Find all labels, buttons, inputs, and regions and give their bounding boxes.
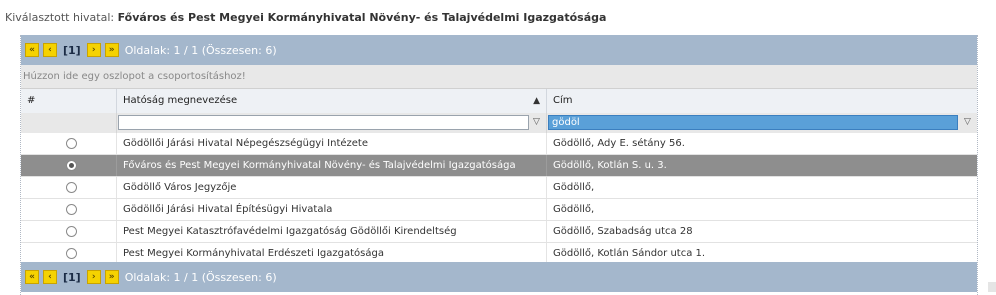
sort-ascending-icon: ▲ (533, 96, 540, 106)
filter-cell-number (21, 113, 117, 133)
current-page-number[interactable]: [1] (63, 271, 81, 284)
row-select-cell[interactable] (21, 221, 117, 242)
column-header-address[interactable]: Cím (547, 89, 977, 113)
next-page-button[interactable]: › (86, 270, 101, 284)
row-radio-button-checked[interactable] (66, 160, 77, 171)
row-radio-button[interactable] (66, 248, 77, 259)
group-by-panel[interactable]: Húzzon ide egy oszlopot a csoportosításh… (21, 65, 977, 89)
row-radio-button[interactable] (66, 182, 77, 193)
row-select-cell[interactable] (21, 155, 117, 176)
page-info: Oldalak: 1 / 1 (Összesen: 6) (124, 43, 277, 57)
selected-office-line: Kiválasztott hivatal: Főváros és Pest Me… (5, 11, 606, 24)
row-select-cell[interactable] (21, 243, 117, 264)
authority-filter-icon[interactable]: ▽ (530, 116, 543, 129)
address-cell: Gödöllő, Szabadság utca 28 (553, 226, 693, 237)
row-radio-button[interactable] (66, 138, 77, 149)
last-page-button[interactable]: » (104, 43, 119, 57)
scrollbar-handle[interactable] (988, 282, 996, 292)
row-radio-button[interactable] (66, 226, 77, 237)
table-row[interactable]: Gödöllői Járási Hivatal Építésügyi Hivat… (21, 199, 977, 221)
address-filter-icon[interactable]: ▽ (961, 116, 974, 129)
filter-cell-address: ▽ (547, 113, 977, 133)
table-row[interactable]: Gödöllői Járási Hivatal Népegészségügyi … (21, 133, 977, 155)
table-row[interactable]: Pest Megyei Katasztrófavédelmi Igazgatós… (21, 221, 977, 243)
first-page-button[interactable]: « (25, 270, 39, 284)
row-radio-button[interactable] (66, 204, 77, 215)
selected-office-label: Kiválasztott hivatal: (5, 11, 115, 24)
row-select-cell[interactable] (21, 199, 117, 220)
column-header-number[interactable]: # (21, 89, 117, 113)
address-cell: Gödöllő, Ady E. sétány 56. (553, 138, 685, 149)
authority-grid: « ‹ [1] › » Oldalak: 1 / 1 (Összesen: 6)… (20, 35, 978, 295)
column-header-authority-label: Hatóság megnevezése (123, 95, 238, 106)
prev-page-button[interactable]: ‹ (43, 270, 57, 284)
filter-cell-authority: ▽ (117, 113, 547, 133)
authority-filter-input[interactable] (118, 115, 529, 130)
page-info: Oldalak: 1 / 1 (Összesen: 6) (124, 270, 277, 284)
last-page-button[interactable]: » (104, 270, 119, 284)
row-select-cell[interactable] (21, 177, 117, 198)
column-header-authority[interactable]: Hatóság megnevezése ▲ (117, 89, 547, 113)
pager-bottom: « ‹ [1] › » Oldalak: 1 / 1 (Összesen: 6) (21, 262, 977, 292)
authority-name-cell: Főváros és Pest Megyei Kormányhivatal Nö… (117, 155, 547, 176)
row-select-cell[interactable] (21, 133, 117, 154)
address-cell: Gödöllő, (553, 204, 595, 215)
selected-office-value: Főváros és Pest Megyei Kormányhivatal Nö… (117, 11, 607, 24)
authority-name-cell: Pest Megyei Katasztrófavédelmi Igazgatós… (117, 221, 547, 242)
address-cell: Gödöllő, (553, 182, 595, 193)
next-page-button[interactable]: › (86, 43, 101, 57)
current-page-number[interactable]: [1] (63, 44, 81, 57)
authority-name-cell: Gödöllői Járási Hivatal Népegészségügyi … (117, 133, 547, 154)
authority-name-cell: Pest Megyei Kormányhivatal Erdészeti Iga… (117, 243, 547, 264)
address-cell: Gödöllő, Kotlán S. u. 3. (553, 160, 667, 171)
pager-top: « ‹ [1] › » Oldalak: 1 / 1 (Összesen: 6) (21, 35, 977, 65)
table-row[interactable]: Gödöllő Város Jegyzője Gödöllő, (21, 177, 977, 199)
authority-name-cell: Gödöllői Járási Hivatal Építésügyi Hivat… (117, 199, 547, 220)
table-row-selected[interactable]: Főváros és Pest Megyei Kormányhivatal Nö… (21, 155, 977, 177)
address-filter-input[interactable] (548, 115, 958, 130)
prev-page-button[interactable]: ‹ (43, 43, 57, 57)
column-header-row: # Hatóság megnevezése ▲ Cím (21, 89, 977, 114)
address-cell: Gödöllő, Kotlán Sándor utca 1. (553, 248, 706, 259)
first-page-button[interactable]: « (25, 43, 39, 57)
authority-name-cell: Gödöllő Város Jegyzője (117, 177, 547, 198)
grid-rows: Gödöllői Járási Hivatal Népegészségügyi … (21, 133, 977, 265)
filter-row: ▽ ▽ (21, 113, 977, 134)
